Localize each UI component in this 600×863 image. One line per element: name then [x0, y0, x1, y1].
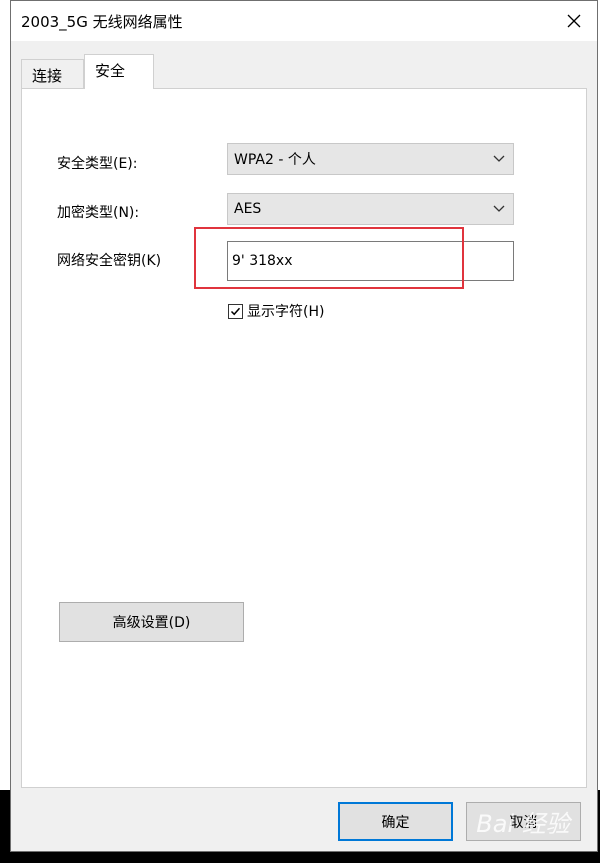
- cancel-label: 取消: [509, 814, 538, 831]
- tab-label: 连接: [32, 67, 63, 85]
- chevron-down-icon: [493, 205, 505, 212]
- show-characters-checkbox[interactable]: 显示字符(H): [228, 301, 324, 321]
- checkmark-icon: [230, 307, 241, 315]
- advanced-settings-button[interactable]: 高级设置(D): [59, 602, 244, 642]
- encryption-type-value: AES: [234, 201, 262, 217]
- network-key-input[interactable]: 9' 318xx: [227, 241, 514, 281]
- properties-dialog: 2003_5G 无线网络属性 连接 安全 安全类型(E): WPA2 - 个人 …: [10, 0, 598, 852]
- close-button[interactable]: [551, 1, 597, 41]
- window-title: 2003_5G 无线网络属性: [21, 13, 183, 31]
- security-type-label: 安全类型(E):: [57, 156, 138, 172]
- checkbox-box[interactable]: [228, 303, 243, 319]
- network-key-label: 网络安全密钥(K): [57, 253, 162, 269]
- chevron-down-icon: [493, 155, 505, 162]
- background-window-left: [0, 0, 10, 790]
- tab-security[interactable]: 安全: [84, 54, 154, 89]
- security-panel: 安全类型(E): WPA2 - 个人 加密类型(N): AES 网络安全密钥(K…: [21, 88, 587, 788]
- ok-button[interactable]: 确定: [338, 802, 453, 841]
- network-key-value: 9' 318xx: [232, 253, 293, 269]
- title-bar: 2003_5G 无线网络属性: [11, 1, 597, 41]
- tab-connection[interactable]: 连接: [21, 59, 84, 88]
- cancel-button[interactable]: 取消: [466, 802, 581, 841]
- tab-label: 安全: [95, 62, 126, 80]
- advanced-settings-label: 高级设置(D): [112, 615, 191, 631]
- security-type-select[interactable]: WPA2 - 个人: [227, 143, 514, 175]
- show-characters-label: 显示字符(H): [247, 304, 325, 320]
- ok-label: 确定: [381, 814, 410, 831]
- security-type-value: WPA2 - 个人: [234, 152, 316, 168]
- encryption-type-label: 加密类型(N):: [57, 205, 140, 221]
- close-icon: [567, 14, 581, 28]
- encryption-type-select[interactable]: AES: [227, 193, 514, 225]
